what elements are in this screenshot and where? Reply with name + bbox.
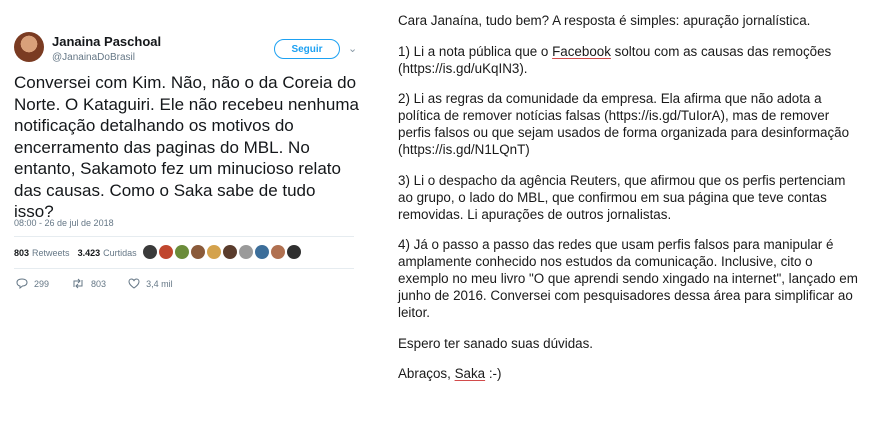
signoff-a: Abraços, (398, 366, 455, 381)
liker-avatar[interactable] (143, 245, 157, 259)
letter-greeting: Cara Janaína, tudo bem? A resposta é sim… (398, 13, 811, 28)
retweets-count[interactable]: 803 (14, 248, 29, 258)
letter-item-4: 4) Já o passo a passo das redes que usam… (398, 237, 858, 320)
reply-letter: Cara Janaína, tudo bem? A resposta é sim… (398, 12, 860, 396)
likes-label[interactable]: Curtidas (103, 248, 137, 258)
reply-action[interactable]: 299 (16, 278, 49, 289)
retweets-label[interactable]: Retweets (32, 248, 70, 258)
divider (14, 236, 354, 237)
letter-item-1-a: 1) Li a nota pública que o (398, 43, 553, 59)
letter-item-2: 2) Li as regras da comunidade da empresa… (398, 91, 850, 157)
author-handle[interactable]: @JanainaDoBrasil (52, 52, 135, 63)
liker-avatar[interactable] (255, 245, 269, 259)
tweet-date[interactable]: 08:00 - 26 de jul de 2018 (14, 218, 114, 228)
liker-avatars (143, 245, 303, 259)
likes-count[interactable]: 3.423 (78, 248, 101, 258)
like-count: 3,4 mil (146, 278, 173, 289)
liker-avatar[interactable] (207, 245, 221, 259)
liker-avatar[interactable] (175, 245, 189, 259)
letter-signoff: Abraços, Saka :-) (398, 365, 860, 382)
divider (14, 268, 354, 269)
letter-item-3: 3) Li o despacho da agência Reuters, que… (398, 172, 846, 222)
liker-avatar[interactable] (287, 245, 301, 259)
heart-icon (128, 278, 140, 289)
retweet-count: 803 (91, 278, 107, 289)
letter-item-1: 1) Li a nota pública que o Facebook solt… (398, 43, 860, 77)
letter-closing: Espero ter sanado suas dúvidas. (398, 335, 594, 351)
tweet-text: Conversei com Kim. Não, não o da Coreia … (14, 73, 359, 221)
liker-avatar[interactable] (159, 245, 173, 259)
tweet-stats: 803 Retweets 3.423 Curtidas (14, 248, 137, 258)
signoff-b: :-) (485, 366, 502, 381)
author-name[interactable]: Janaina Paschoal (52, 34, 161, 49)
liker-avatar[interactable] (271, 245, 285, 259)
liker-avatar[interactable] (191, 245, 205, 259)
chevron-down-icon[interactable]: ⌄ (348, 42, 358, 55)
follow-button[interactable]: Seguir (274, 39, 340, 59)
retweet-icon (73, 278, 83, 289)
facebook-link[interactable]: Facebook (552, 44, 611, 59)
liker-avatar[interactable] (239, 245, 253, 259)
retweet-action[interactable]: 803 (71, 278, 106, 289)
liker-avatar[interactable] (223, 245, 237, 259)
tweet-card: Janaina Paschoal @JanainaDoBrasil Seguir… (0, 0, 360, 434)
like-action[interactable]: 3,4 mil (128, 278, 173, 289)
reply-icon (16, 278, 28, 289)
tweet-actions: 299 803 3,4 mil (16, 278, 195, 289)
avatar[interactable] (14, 32, 44, 62)
signoff-name: Saka (454, 366, 486, 381)
reply-count: 299 (34, 278, 50, 289)
